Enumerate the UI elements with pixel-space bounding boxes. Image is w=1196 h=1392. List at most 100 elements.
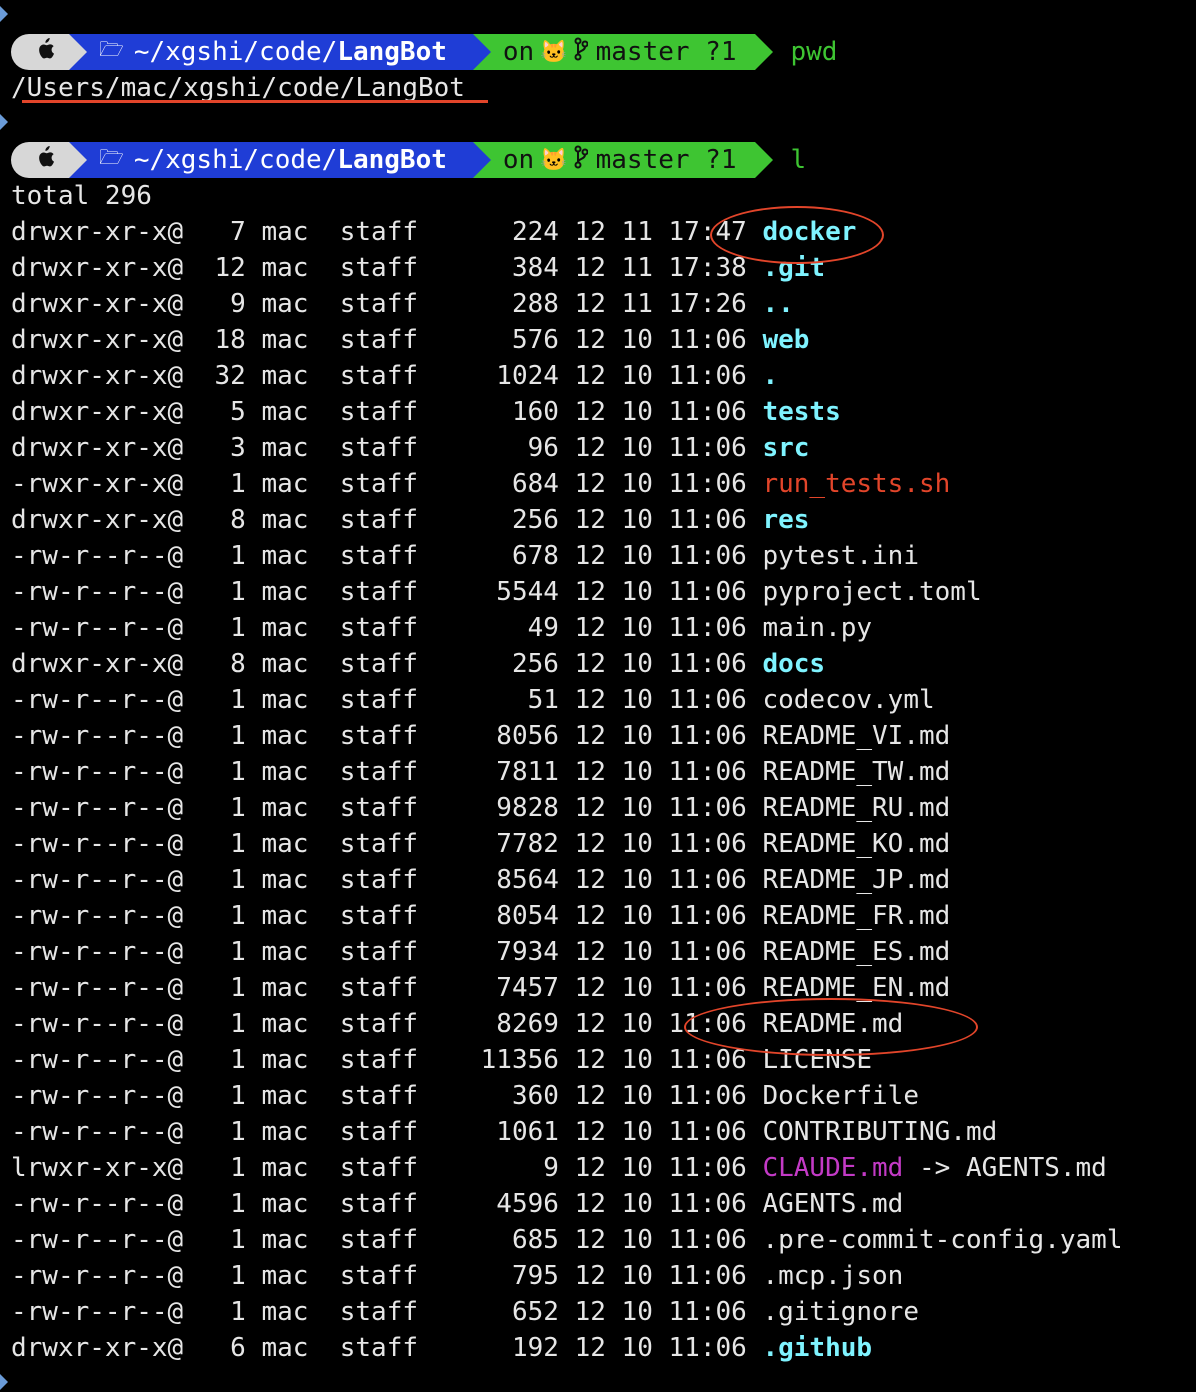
ls-permissions: -rw-r--r--@ xyxy=(11,937,184,967)
ls-filename[interactable]: README_VI.md xyxy=(762,721,950,751)
ls-size: 4596 xyxy=(433,1189,559,1219)
ls-permissions: drwxr-xr-x@ xyxy=(11,505,184,535)
ls-filename[interactable]: . xyxy=(762,361,778,391)
terminal-window[interactable]: 🗁 ~/xgshi/code/LangBot on 🐱 master ?1 pw… xyxy=(0,0,1196,1392)
ls-filename[interactable]: .. xyxy=(762,289,793,319)
ls-time: 11:06 xyxy=(668,1189,747,1219)
ls-group: staff xyxy=(339,1333,419,1363)
ls-group: staff xyxy=(339,253,419,283)
ls-row: -rw-r--r--@ 1 mac staff 8054 12 10 11:06… xyxy=(11,898,950,934)
ls-owner: mac xyxy=(261,361,309,391)
ls-link-count: 5 xyxy=(198,397,246,427)
ls-filename[interactable]: main.py xyxy=(762,613,872,643)
ls-size: 360 xyxy=(433,1081,559,1111)
ls-month: 12 xyxy=(574,829,606,859)
ls-size: 49 xyxy=(433,613,559,643)
ls-owner: mac xyxy=(261,1225,309,1255)
ls-filename[interactable]: .mcp.json xyxy=(762,1261,903,1291)
ls-size: 8564 xyxy=(433,865,559,895)
ls-size: 7811 xyxy=(433,757,559,787)
ls-owner: mac xyxy=(261,289,309,319)
ls-month: 12 xyxy=(574,1117,606,1147)
ls-month: 12 xyxy=(574,685,606,715)
ls-filename[interactable]: README_KO.md xyxy=(762,829,950,859)
ls-group: staff xyxy=(339,397,419,427)
ls-size: 652 xyxy=(433,1297,559,1327)
ls-row: -rw-r--r--@ 1 mac staff 685 12 10 11:06 … xyxy=(11,1222,1122,1258)
ls-month: 12 xyxy=(574,217,606,247)
ls-filename[interactable]: .pre-commit-config.yaml xyxy=(762,1225,1122,1255)
ls-link-count: 8 xyxy=(198,649,246,679)
ls-month: 12 xyxy=(574,1045,606,1075)
ls-filename[interactable]: pytest.ini xyxy=(762,541,919,571)
ls-owner: mac xyxy=(261,937,309,967)
ls-permissions: -rw-r--r--@ xyxy=(11,577,184,607)
ls-permissions: -rw-r--r--@ xyxy=(11,1225,184,1255)
ls-size: 160 xyxy=(433,397,559,427)
ls-filename[interactable]: run_tests.sh xyxy=(762,469,950,499)
ls-month: 12 xyxy=(574,541,606,571)
ls-permissions: -rw-r--r--@ xyxy=(11,1009,184,1039)
prompt-branch: master ?1 xyxy=(595,145,737,175)
ls-filename[interactable]: tests xyxy=(762,397,840,427)
ls-filename[interactable]: CONTRIBUTING.md xyxy=(762,1117,997,1147)
ls-owner: mac xyxy=(261,469,309,499)
ls-permissions: -rw-r--r--@ xyxy=(11,1045,184,1075)
ls-filename[interactable]: .gitignore xyxy=(762,1297,919,1327)
ls-filename[interactable]: README_TW.md xyxy=(762,757,950,787)
ls-size: 224 xyxy=(433,217,559,247)
ls-size: 288 xyxy=(433,289,559,319)
prompt-gutter-marker xyxy=(0,6,8,22)
ls-filename[interactable]: CLAUDE.md xyxy=(762,1153,903,1183)
prompt-os-segment xyxy=(11,142,87,178)
ls-time: 11:06 xyxy=(668,793,747,823)
ls-permissions: -rw-r--r--@ xyxy=(11,1081,184,1111)
ls-month: 12 xyxy=(574,361,606,391)
ls-filename[interactable]: src xyxy=(762,433,809,463)
ls-day: 10 xyxy=(621,973,653,1003)
ls-owner: mac xyxy=(261,505,309,535)
ls-permissions: -rw-r--r--@ xyxy=(11,1117,184,1147)
ls-group: staff xyxy=(339,721,419,751)
prompt-directory-segment: 🗁 ~/xgshi/code/LangBot xyxy=(69,34,491,70)
apple-icon xyxy=(35,37,55,67)
ls-owner: mac xyxy=(261,325,309,355)
ls-group: staff xyxy=(339,1009,419,1039)
ls-filename[interactable]: README_RU.md xyxy=(762,793,950,823)
ls-time: 11:06 xyxy=(668,541,747,571)
ls-owner: mac xyxy=(261,397,309,427)
ls-day: 10 xyxy=(621,649,653,679)
ls-day: 10 xyxy=(621,1081,653,1111)
ls-permissions: -rw-r--r--@ xyxy=(11,865,184,895)
ls-filename[interactable]: README_ES.md xyxy=(762,937,950,967)
ls-size: 795 xyxy=(433,1261,559,1291)
ls-permissions: drwxr-xr-x@ xyxy=(11,1333,184,1363)
prompt-dir-name: LangBot xyxy=(337,37,447,67)
prompt-gutter-marker xyxy=(0,1374,8,1390)
ls-day: 10 xyxy=(621,505,653,535)
ls-filename[interactable]: .github xyxy=(762,1333,872,1363)
ls-filename[interactable]: res xyxy=(762,505,809,535)
ls-row: drwxr-xr-x@ 32 mac staff 1024 12 10 11:0… xyxy=(11,358,778,394)
ls-day: 10 xyxy=(621,1297,653,1327)
ls-group: staff xyxy=(339,793,419,823)
ls-filename[interactable]: codecov.yml xyxy=(762,685,934,715)
ls-size: 192 xyxy=(433,1333,559,1363)
ls-row: drwxr-xr-x@ 5 mac staff 160 12 10 11:06 … xyxy=(11,394,841,430)
ls-filename[interactable]: pyproject.toml xyxy=(762,577,981,607)
ls-filename[interactable]: web xyxy=(762,325,809,355)
ls-day: 10 xyxy=(621,577,653,607)
ls-size: 256 xyxy=(433,649,559,679)
ls-month: 12 xyxy=(574,1189,606,1219)
ls-filename[interactable]: README_JP.md xyxy=(762,865,950,895)
prompt-directory-segment: 🗁 ~/xgshi/code/LangBot xyxy=(69,142,491,178)
ls-filename[interactable]: README_FR.md xyxy=(762,901,950,931)
ls-filename[interactable]: docs xyxy=(762,649,825,679)
ls-group: staff xyxy=(339,361,419,391)
ls-group: staff xyxy=(339,829,419,859)
ls-time: 11:06 xyxy=(668,685,747,715)
ls-filename[interactable]: Dockerfile xyxy=(762,1081,919,1111)
ls-filename[interactable]: AGENTS.md xyxy=(762,1189,903,1219)
ls-owner: mac xyxy=(261,613,309,643)
ls-permissions: drwxr-xr-x@ xyxy=(11,433,184,463)
